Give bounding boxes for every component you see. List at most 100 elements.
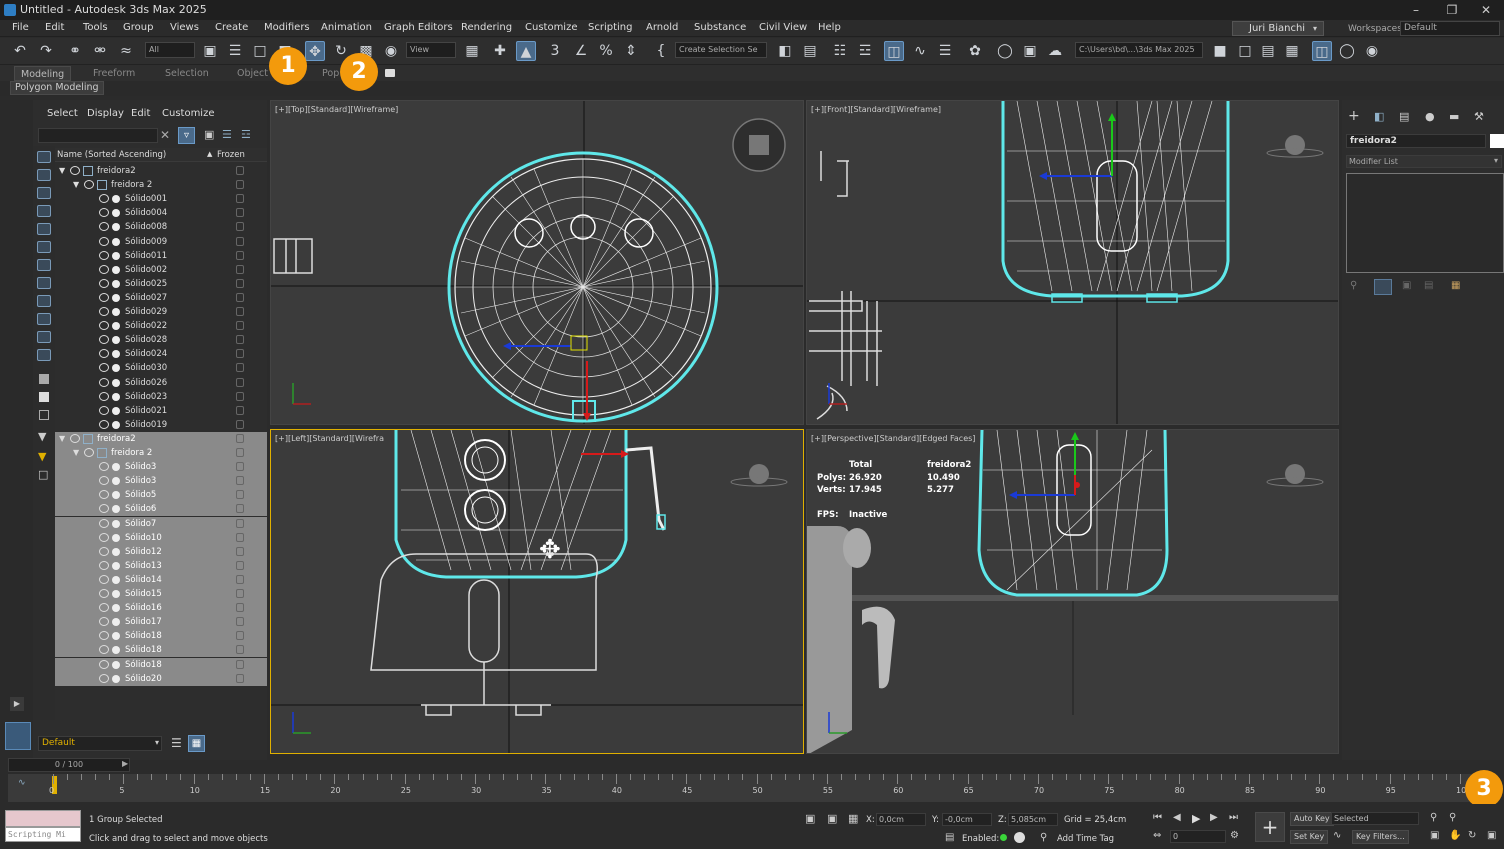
visibility-eye-icon[interactable]: [99, 476, 109, 486]
polygon-modeling-label[interactable]: Polygon Modeling: [10, 81, 104, 95]
align-icon[interactable]: ▤: [800, 41, 820, 61]
display-geometry-icon[interactable]: [37, 169, 51, 181]
display-cameras-icon[interactable]: [37, 223, 51, 235]
visibility-eye-icon[interactable]: [99, 222, 109, 232]
freeze-toggle-icon[interactable]: [236, 560, 244, 570]
add-time-tag-button[interactable]: Add Time Tag: [1057, 834, 1114, 844]
freeze-toggle-icon[interactable]: [236, 631, 244, 641]
schematic-view-icon[interactable]: ☰: [935, 41, 955, 61]
enabled-indicator[interactable]: [1000, 834, 1007, 841]
scene-row[interactable]: Sólido029: [55, 305, 267, 319]
freeze-toggle-icon[interactable]: [236, 377, 244, 387]
visibility-eye-icon[interactable]: [99, 518, 109, 528]
close-button[interactable]: ✕: [1468, 1, 1504, 19]
workspaces-dropdown[interactable]: Default: [1400, 21, 1500, 36]
expand-toggle-icon[interactable]: ▼: [59, 166, 65, 175]
scene-row[interactable]: Sólido021: [55, 404, 267, 418]
viewport-left-label[interactable]: [+][Left][Standard][Wirefra: [275, 434, 384, 443]
hierarchy-tab-icon[interactable]: ▤: [1399, 110, 1409, 123]
ribbon-tab-selection[interactable]: Selection: [165, 68, 209, 79]
select-invert-icon[interactable]: [39, 410, 49, 420]
freeze-toggle-icon[interactable]: [236, 335, 244, 345]
folder-icon[interactable]: □: [38, 468, 48, 481]
viewport-perspective-label[interactable]: [+][Perspective][Standard][Edged Faces]: [811, 434, 975, 443]
visibility-eye-icon[interactable]: [99, 250, 109, 260]
visibility-eye-icon[interactable]: [99, 532, 109, 542]
visibility-eye-icon[interactable]: [99, 321, 109, 331]
set-keys-icon[interactable]: +: [1255, 812, 1285, 842]
column-name[interactable]: Name (Sorted Ascending): [57, 150, 166, 160]
menu-customize[interactable]: Customize: [525, 22, 578, 33]
display-spacewarps-icon[interactable]: [37, 259, 51, 271]
isolate-selection-icon[interactable]: ▣: [805, 812, 815, 825]
help-circle-icon[interactable]: ◉: [1362, 41, 1382, 61]
link-icon[interactable]: ⚭: [65, 41, 85, 61]
scene-row[interactable]: Sólido026: [55, 376, 267, 390]
freeze-toggle-icon[interactable]: [236, 645, 244, 655]
freeze-toggle-icon[interactable]: [236, 208, 244, 218]
viewport-layouts-icon[interactable]: [5, 722, 31, 750]
key-mode-icon[interactable]: ⇔: [1153, 830, 1161, 841]
viewport-top[interactable]: [+][Top][Standard][Wireframe]: [270, 100, 804, 425]
scene-row[interactable]: Sólido008: [55, 220, 267, 234]
freeze-toggle-icon[interactable]: [236, 180, 244, 190]
maximize-viewport-icon[interactable]: ▣: [1487, 830, 1496, 841]
display-all-icon[interactable]: [37, 151, 51, 163]
pivot-center-icon[interactable]: ▦: [462, 41, 482, 61]
freeze-toggle-icon[interactable]: [236, 532, 244, 542]
viewport-layout-icon[interactable]: ◫: [1312, 41, 1332, 61]
scene-row[interactable]: Sólido17: [55, 615, 267, 630]
field-of-view-icon[interactable]: ▣: [1430, 830, 1439, 841]
user-account-dropdown[interactable]: Juri Bianchi: [1232, 21, 1324, 36]
pin-stack-icon[interactable]: ⚲: [1350, 280, 1357, 291]
scene-row[interactable]: Sólido019: [55, 418, 267, 432]
hierarchy-icon[interactable]: ☰: [222, 128, 232, 141]
select-none-icon[interactable]: [39, 392, 49, 402]
ribbon-tab-populate[interactable]: Pop: [322, 68, 339, 79]
visibility-eye-icon[interactable]: [99, 349, 109, 359]
menu-civil-view[interactable]: Civil View: [759, 22, 807, 33]
menu-tools[interactable]: Tools: [83, 22, 108, 33]
scene-row[interactable]: Sólido10: [55, 530, 267, 545]
object-name-field[interactable]: freidora2: [1346, 134, 1486, 148]
scene-search-input[interactable]: [38, 128, 158, 143]
visibility-eye-icon[interactable]: [99, 335, 109, 345]
scene-row[interactable]: Sólido030: [55, 361, 267, 375]
freeze-toggle-icon[interactable]: [236, 363, 244, 373]
display-groups-icon[interactable]: [37, 277, 51, 289]
absolute-mode-icon[interactable]: ▦: [848, 812, 858, 825]
open-icon[interactable]: □: [1235, 41, 1255, 61]
mirror-icon[interactable]: ◧: [775, 41, 795, 61]
show-end-result-icon[interactable]: [1374, 279, 1392, 295]
freeze-toggle-icon[interactable]: [236, 391, 244, 401]
clear-search-icon[interactable]: ✕: [160, 128, 170, 142]
toggle-ribbon-icon[interactable]: ◫: [884, 41, 904, 61]
current-frame-input[interactable]: 0: [1170, 830, 1226, 843]
menu-views[interactable]: Views: [170, 22, 199, 33]
freeze-toggle-icon[interactable]: [236, 659, 244, 669]
select-move-icon[interactable]: ✥: [305, 41, 325, 61]
time-next-icon[interactable]: ▶: [122, 759, 128, 768]
ribbon-tab-modeling[interactable]: Modeling: [14, 66, 72, 81]
visibility-eye-icon[interactable]: [99, 377, 109, 387]
scene-row[interactable]: Sólido18: [55, 657, 267, 672]
default-tangents-icon[interactable]: ∿: [1333, 830, 1341, 841]
spinner-snap-icon[interactable]: ⇕: [621, 41, 641, 61]
freeze-toggle-icon[interactable]: [236, 574, 244, 584]
lock-icon[interactable]: ▣: [204, 128, 214, 141]
scene-row[interactable]: Sólido18: [55, 629, 267, 644]
restore-button[interactable]: ❐: [1434, 1, 1470, 19]
visibility-eye-icon[interactable]: [84, 448, 94, 457]
scene-row[interactable]: Sólido15: [55, 587, 267, 601]
freeze-toggle-icon[interactable]: [236, 448, 244, 457]
menu-help[interactable]: Help: [818, 22, 841, 33]
render-setup-icon[interactable]: ◯: [995, 41, 1015, 61]
visibility-eye-icon[interactable]: [99, 292, 109, 302]
scene-row[interactable]: Sólido20: [55, 671, 267, 686]
freeze-toggle-icon[interactable]: [236, 433, 244, 443]
curve-editor-icon[interactable]: ∿: [910, 41, 930, 61]
freeze-toggle-icon[interactable]: [236, 546, 244, 556]
menu-graph-editors[interactable]: Graph Editors: [384, 22, 453, 33]
scene-row[interactable]: Sólido7: [55, 516, 267, 531]
minimize-button[interactable]: –: [1398, 1, 1434, 19]
